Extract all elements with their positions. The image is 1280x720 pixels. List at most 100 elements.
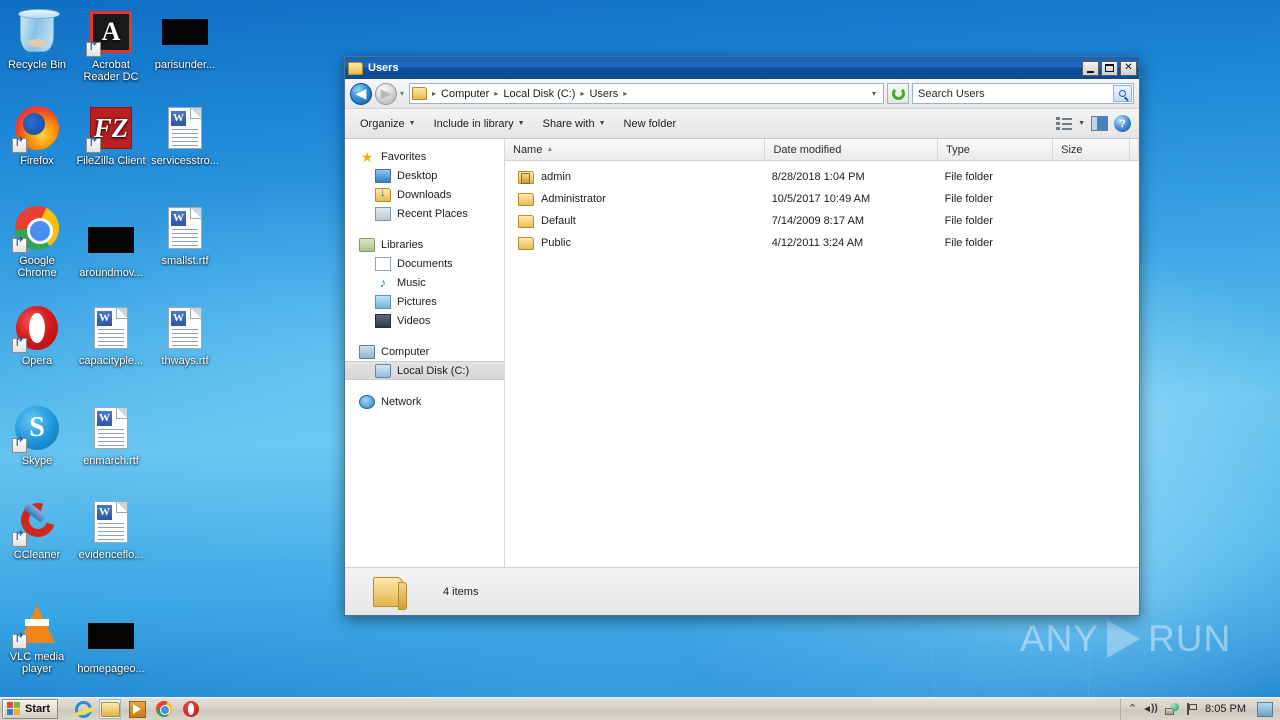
desktop-icon-smallst-rtf[interactable]: W smallst.rtf <box>148 204 222 267</box>
breadcrumb-separator[interactable]: ▸ <box>578 89 586 98</box>
desktop-icon-homepageo[interactable]: homepageo... <box>74 612 148 675</box>
folder-icon <box>373 576 407 610</box>
nav-group-network: Network <box>345 392 504 411</box>
desktop-icon-enmarch-rtf[interactable]: W enmarch.rtf <box>74 404 148 467</box>
table-row[interactable]: Administrator 10/5/2017 10:49 AM File fo… <box>505 188 1139 210</box>
explorer-window[interactable]: Users ✕ ◀ ▶ ▾ ▸ Computer ▸ Local Disk (C… <box>344 56 1140 616</box>
desktop-icon-parisunder[interactable]: parisunder... <box>148 8 222 71</box>
sidebar-item-computer[interactable]: Computer <box>345 342 504 361</box>
desktop-icon-recycle-bin[interactable]: Recycle Bin <box>0 8 74 71</box>
desktop-icon-acrobat-reader-dc[interactable]: A Acrobat Reader DC <box>74 8 148 83</box>
desktop-icon-label: Google Chrome <box>17 255 57 279</box>
preview-pane-icon[interactable] <box>1091 116 1108 131</box>
search-icon[interactable] <box>1113 85 1132 102</box>
show-hidden-icons-icon[interactable]: ⌃ <box>1128 703 1137 715</box>
breadcrumb-computer[interactable]: Computer <box>439 87 491 101</box>
new-folder-button[interactable]: New folder <box>615 114 686 134</box>
sidebar-item-pictures[interactable]: Pictures <box>345 292 504 311</box>
column-header-type[interactable]: Type <box>938 139 1054 160</box>
file-type: File folder <box>944 171 993 183</box>
address-dropdown-icon[interactable]: ▾ <box>867 89 881 98</box>
table-row[interactable]: admin 8/28/2018 1:04 PM File folder <box>505 166 1139 188</box>
sidebar-item-videos[interactable]: Videos <box>345 311 504 330</box>
close-button[interactable]: ✕ <box>1120 60 1137 76</box>
minimize-button[interactable] <box>1082 60 1099 76</box>
taskbar-item-google-chrome[interactable] <box>153 699 175 719</box>
maximize-button[interactable] <box>1101 60 1118 76</box>
table-row[interactable]: Default 7/14/2009 8:17 AM File folder <box>505 210 1139 232</box>
skype-icon: S <box>12 404 61 453</box>
start-button[interactable]: Start <box>2 699 59 719</box>
view-chevron-down-icon[interactable]: ▼ <box>1078 120 1085 127</box>
organize-button[interactable]: Organize ▼ <box>351 114 425 134</box>
desktop-icon-aroundmov[interactable]: aroundmov... <box>74 216 148 279</box>
include-in-library-button[interactable]: Include in library ▼ <box>425 114 534 134</box>
desktop-icon-label: smallst.rtf <box>161 255 209 267</box>
sidebar-item-documents[interactable]: Documents <box>345 254 504 273</box>
column-header-date-modified[interactable]: Date modified <box>765 139 938 160</box>
desktop-icon-opera[interactable]: Opera <box>0 304 74 367</box>
navigation-pane[interactable]: ★ Favorites Desktop Downloads Recent Pla… <box>345 139 505 567</box>
command-bar: Organize ▼ Include in library ▼ Share wi… <box>345 109 1139 139</box>
breadcrumb-users[interactable]: Users <box>587 87 620 101</box>
clock[interactable]: 8:05 PM <box>1205 703 1246 715</box>
network-icon[interactable] <box>1165 703 1180 715</box>
sidebar-item-downloads[interactable]: Downloads <box>345 185 504 204</box>
back-button[interactable]: ◀ <box>350 82 372 105</box>
column-header-name[interactable]: Name ▲ <box>505 139 766 160</box>
taskbar-item-windows-explorer[interactable] <box>99 699 122 719</box>
sidebar-item-desktop[interactable]: Desktop <box>345 166 504 185</box>
column-header-label: Type <box>945 143 970 156</box>
folder-locked-icon <box>518 170 534 184</box>
sidebar-item-libraries[interactable]: Libraries <box>345 235 504 254</box>
refresh-button[interactable] <box>887 83 909 104</box>
sidebar-item-music[interactable]: ♪ Music <box>345 273 504 292</box>
desktop-icon-label: Acrobat Reader DC <box>83 59 139 83</box>
search-input[interactable]: Search Users <box>918 88 1113 100</box>
file-list-pane[interactable]: Name ▲ Date modified Type Size admin 8/2… <box>505 139 1139 567</box>
search-box[interactable]: Search Users <box>912 83 1134 104</box>
breadcrumb-separator[interactable]: ▸ <box>430 89 438 98</box>
share-with-button[interactable]: Share with ▼ <box>534 114 615 134</box>
desktop-icon-ccleaner[interactable]: CCleaner <box>0 497 74 561</box>
desktop-icon-servicesstro[interactable]: W servicesstro... <box>148 104 222 167</box>
desktop-icon-skype[interactable]: S Skype <box>0 404 74 467</box>
table-row[interactable]: Public 4/12/2011 3:24 AM File folder <box>505 232 1139 254</box>
desktop-icon-vlc-media-player[interactable]: VLC media player <box>0 600 74 675</box>
action-center-flag-icon[interactable] <box>1186 703 1198 715</box>
ccleaner-icon <box>12 497 61 547</box>
column-header-size[interactable]: Size <box>1053 139 1130 160</box>
desktop-icon-evidenceflo[interactable]: W evidenceflo... <box>74 498 148 561</box>
taskbar-item-internet-explorer[interactable] <box>72 699 94 719</box>
change-view-icon[interactable] <box>1056 116 1073 131</box>
sidebar-item-network[interactable]: Network <box>345 392 504 411</box>
desktop-icon-label: servicesstro... <box>151 155 219 167</box>
desktop-icon-google-chrome[interactable]: Google Chrome <box>0 204 74 279</box>
desktop-icon-filezilla-client[interactable]: FZ FileZilla Client <box>74 104 148 167</box>
taskbar-item-windows-media-player[interactable] <box>126 699 148 719</box>
breadcrumb-separator[interactable]: ▸ <box>621 89 629 98</box>
breadcrumb-separator[interactable]: ▸ <box>492 89 500 98</box>
breadcrumb-local-disk[interactable]: Local Disk (C:) <box>501 87 577 101</box>
desktop-icon-capacityple[interactable]: W capacityple... <box>74 304 148 367</box>
file-type: File folder <box>944 193 993 205</box>
rtf-document-icon: W <box>87 404 135 452</box>
sidebar-item-recent-places[interactable]: Recent Places <box>345 204 504 223</box>
taskbar[interactable]: Start ⌃ )) 8:05 PM <box>0 697 1280 720</box>
sidebar-item-label: Libraries <box>381 238 424 251</box>
address-bar[interactable]: ▸ Computer ▸ Local Disk (C:) ▸ Users ▸ ▾ <box>409 83 884 104</box>
show-desktop-button[interactable] <box>1257 701 1273 717</box>
sidebar-item-label: Local Disk (C:) <box>397 364 470 377</box>
file-list[interactable]: admin 8/28/2018 1:04 PM File folder Admi… <box>505 161 1139 567</box>
help-icon[interactable]: ? <box>1114 115 1131 132</box>
sidebar-item-local-disk-c[interactable]: Local Disk (C:) <box>345 361 504 380</box>
volume-icon[interactable]: )) <box>1144 703 1158 715</box>
forward-button[interactable]: ▶ <box>375 82 397 105</box>
sidebar-item-favorites[interactable]: ★ Favorites <box>345 147 504 166</box>
taskbar-item-opera[interactable] <box>180 699 202 719</box>
recent-locations-chevron-icon[interactable]: ▾ <box>400 89 404 98</box>
sidebar-item-label: Downloads <box>397 188 452 201</box>
desktop-icon-thways-rtf[interactable]: W thways.rtf <box>148 304 222 367</box>
desktop-icon-firefox[interactable]: Firefox <box>0 104 74 167</box>
window-titlebar[interactable]: Users ✕ <box>345 57 1139 79</box>
